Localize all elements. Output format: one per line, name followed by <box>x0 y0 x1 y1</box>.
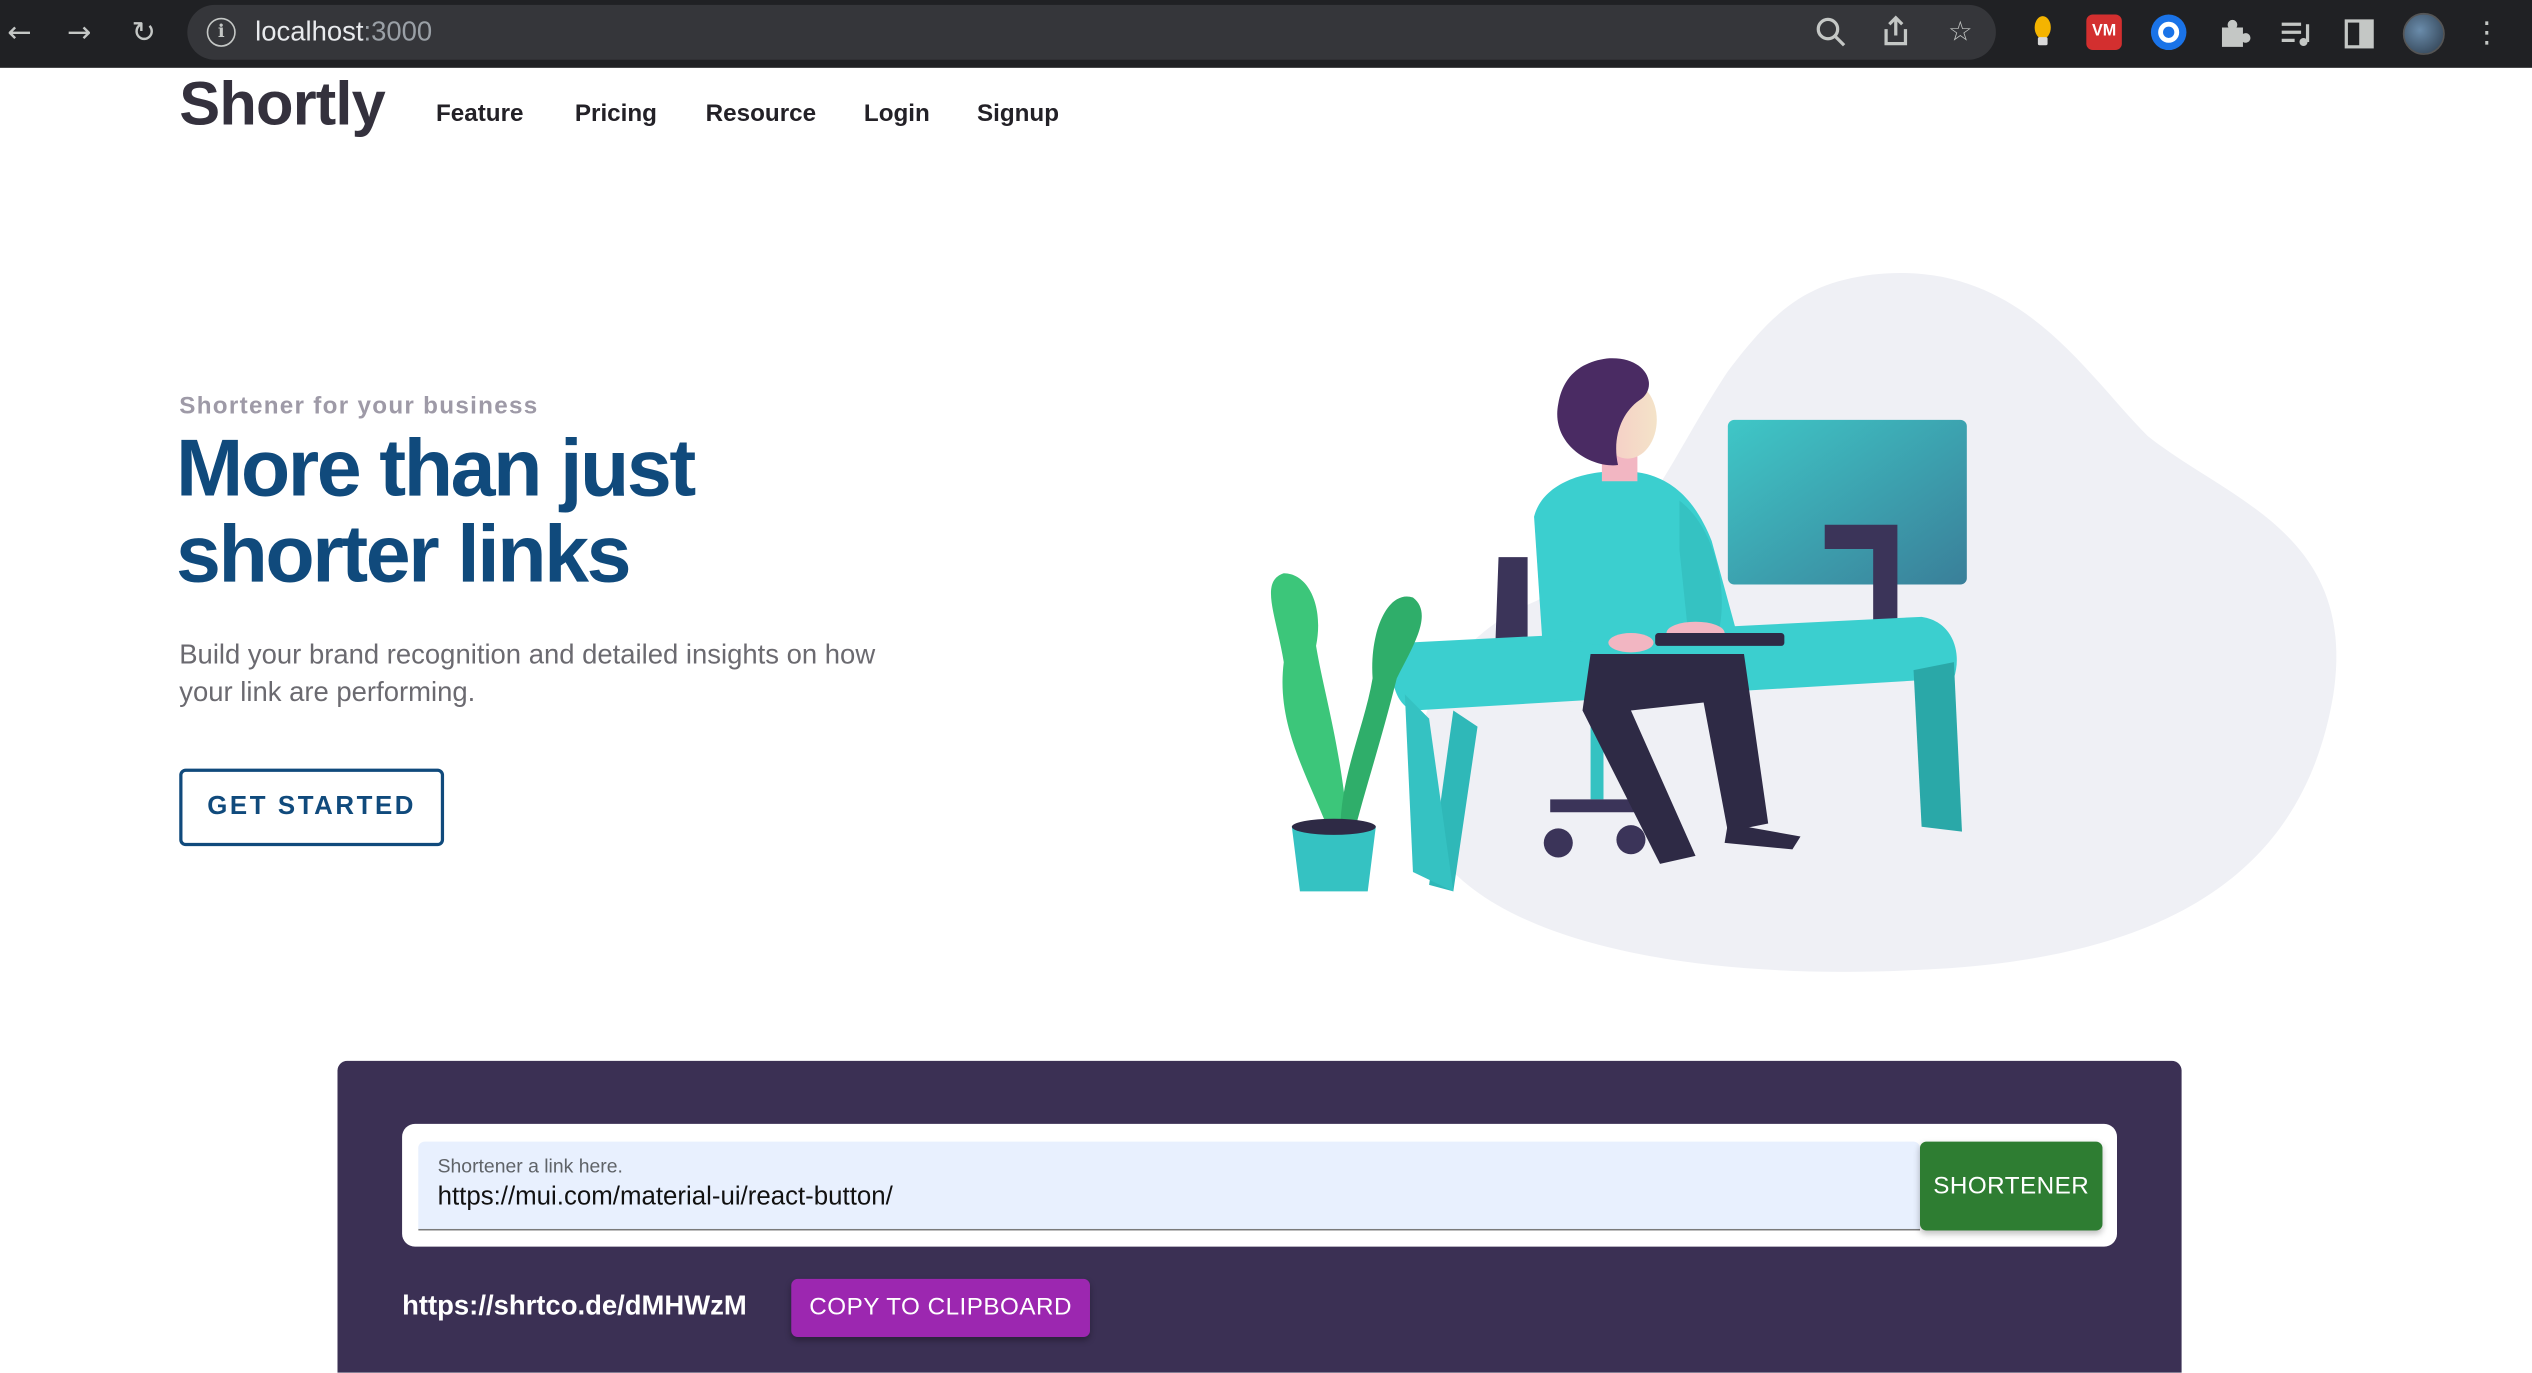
keyboard <box>1655 633 1785 646</box>
sidepanel-icon[interactable] <box>2340 15 2379 54</box>
chair-wheel-left <box>1543 828 1573 858</box>
bookmark-star-icon[interactable]: ☆ <box>1941 13 1980 52</box>
nav-login[interactable]: Login <box>864 100 930 127</box>
monitor-screen <box>1727 419 1967 585</box>
shortened-url: https://shrtco.de/dMHWzM <box>402 1290 747 1321</box>
nav-feature[interactable]: Feature <box>436 100 524 127</box>
chair-back <box>1495 557 1528 646</box>
plant-pot <box>1291 826 1376 892</box>
url-text[interactable]: localhost:3000 <box>255 15 432 51</box>
browser-toolbar: ← → ↻ i localhost:3000 ☆ VM ⋮ <box>0 0 2532 68</box>
lightbulb-extension-icon[interactable] <box>2025 15 2061 51</box>
profile-avatar[interactable] <box>2402 12 2445 55</box>
url-host: localhost <box>255 16 364 47</box>
viewport: ← → ↻ i localhost:3000 ☆ VM ⋮ Shortly Fe… <box>0 0 2532 1373</box>
link-input-value[interactable]: https://mui.com/material-ui/react-button… <box>438 1184 893 1213</box>
link-input-label: Shortener a link here. <box>437 1154 623 1178</box>
forward-icon[interactable]: → <box>60 15 99 54</box>
get-started-button[interactable]: GET STARTED <box>179 768 445 847</box>
share-icon[interactable] <box>1876 13 1915 52</box>
person-hand-left <box>1608 633 1654 653</box>
plant-leaf-1 <box>1270 573 1349 840</box>
hero-headline-line1: More than just <box>176 423 696 514</box>
shortener-button[interactable]: SHORTENER <box>1919 1141 2103 1231</box>
nav-resource[interactable]: Resource <box>706 100 816 127</box>
back-icon[interactable]: ← <box>0 15 39 54</box>
menu-icon[interactable]: ⋮ <box>2467 15 2506 54</box>
vm-extension-icon[interactable]: VM <box>2086 14 2122 51</box>
copy-to-clipboard-button[interactable]: COPY TO CLIPBOARD <box>791 1278 1090 1338</box>
desk-leg-right <box>1913 662 1962 832</box>
puzzle-icon[interactable] <box>2214 15 2253 54</box>
nav-pricing[interactable]: Pricing <box>575 100 657 127</box>
plant-pot-rim <box>1291 818 1376 835</box>
hero-illustration <box>1270 272 2337 972</box>
hero-eyebrow: Shortener for your business <box>179 392 539 420</box>
address-bar[interactable]: i localhost:3000 ☆ <box>187 4 1996 60</box>
zoom-icon[interactable] <box>1812 13 1851 52</box>
site-logo[interactable]: Shortly <box>179 71 386 140</box>
url-port: :3000 <box>363 16 433 47</box>
hero-headline: More than just shorter links <box>176 423 1016 600</box>
nav-signup[interactable]: Signup <box>977 100 1059 127</box>
chair-wheel-right <box>1616 825 1646 855</box>
hero-headline-line2: shorter links <box>176 508 632 600</box>
hero-lead: Build your brand recognition and detaile… <box>179 639 876 708</box>
media-icon[interactable] <box>2277 15 2316 54</box>
info-icon[interactable]: i <box>206 17 236 47</box>
circle-extension-icon[interactable] <box>2150 14 2187 51</box>
reload-icon[interactable]: ↻ <box>124 15 163 54</box>
